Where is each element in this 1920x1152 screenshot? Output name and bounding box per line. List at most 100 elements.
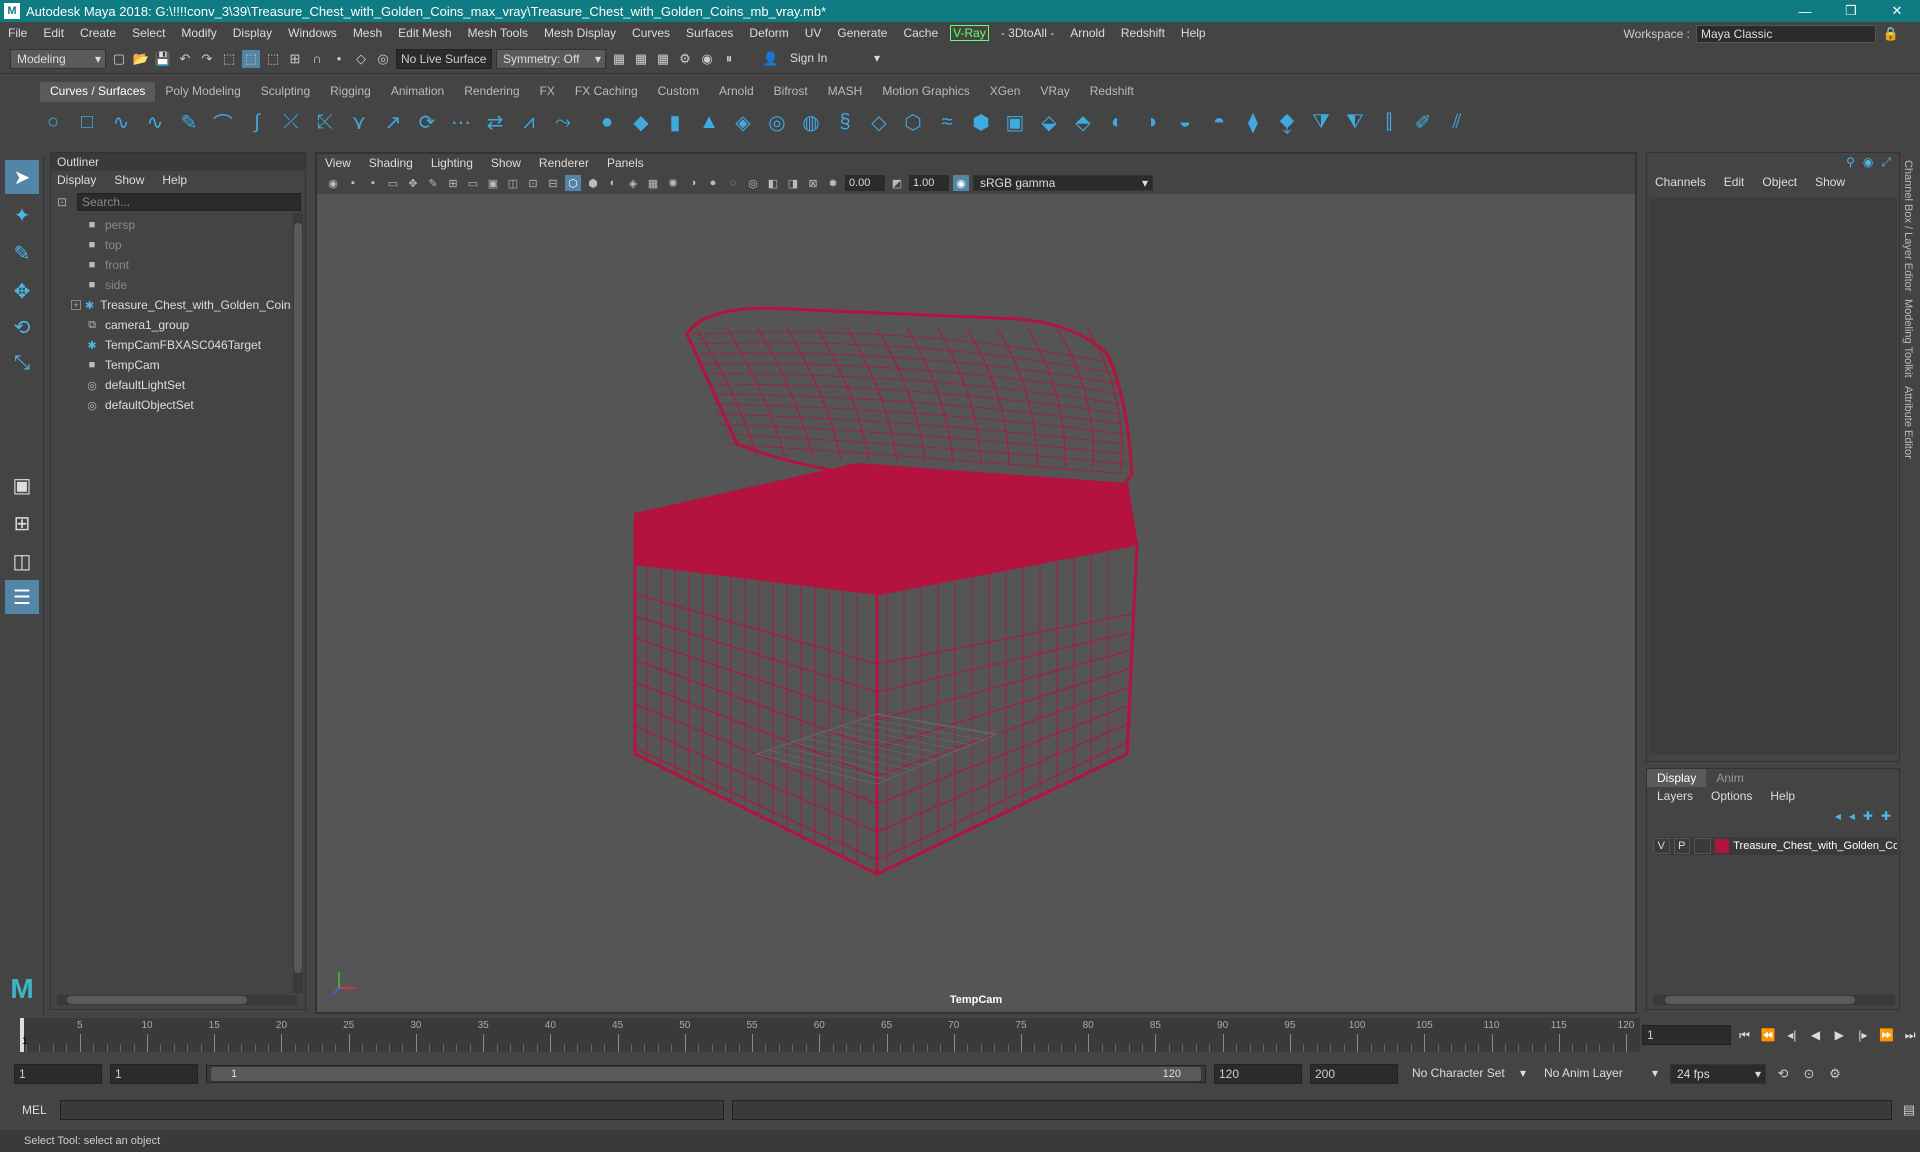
outliner-item[interactable]: ■ persp [51,215,291,235]
outliner-menu-display[interactable]: Display [57,171,96,189]
layer-name[interactable]: Treasure_Chest_with_Golden_Coins [1733,840,1897,852]
channel-options-icon[interactable]: ⚲ [1846,155,1855,170]
outliner-item[interactable]: ■ front [51,255,291,275]
nurbs-cube-icon[interactable]: ◆ [628,109,654,135]
attach-curves-icon[interactable]: ⤫ [278,109,304,135]
snap-curve-icon[interactable]: ∩ [308,50,326,68]
shelf-tab-animation[interactable]: Animation [381,82,454,102]
menu-windows[interactable]: Windows [280,26,345,40]
offset-icon[interactable]: ⟳ [414,109,440,135]
intersect-icon[interactable]: ◑ [1138,109,1164,135]
hypershade-icon[interactable]: ◉ [698,50,716,68]
outliner-item[interactable]: ■ TempCam [51,355,291,375]
select-hierarchy-icon[interactable]: ⬚ [220,50,238,68]
revolve-icon[interactable]: ◍ [798,109,824,135]
menu-edit-mesh[interactable]: Edit Mesh [390,26,459,40]
outliner-menu-help[interactable]: Help [162,171,187,189]
insert-isoparm-icon[interactable]: ⫿ [1376,109,1402,135]
align-icon[interactable]: ⧩ [1308,109,1334,135]
viewport-panel[interactable]: View Shading Lighting Show Renderer Panels ◉ … [315,152,1637,1014]
gate-mask-icon[interactable]: ◫ [505,175,521,191]
menu-surfaces[interactable]: Surfaces [678,26,741,40]
detach-curves-icon[interactable]: ⤪ [312,109,338,135]
menu-uv[interactable]: UV [797,26,830,40]
xray-joints-icon[interactable]: ⊠ [805,175,821,191]
menu-help[interactable]: Help [1173,26,1214,40]
layer-visibility-toggle[interactable]: V [1653,838,1670,854]
outliner-item[interactable]: ◎ defaultObjectSet [51,395,291,415]
menu-arnold[interactable]: Arnold [1062,26,1113,40]
layer-color-swatch[interactable] [1714,839,1730,853]
shelf-tab-rendering[interactable]: Rendering [454,82,529,102]
render-frame-icon[interactable]: ▦ [632,50,650,68]
color-management-icon[interactable]: ◉ [953,175,969,191]
sculpt-icon[interactable]: ✐ [1410,109,1436,135]
layer-tab-anim[interactable]: Anim [1706,769,1753,787]
smooth-shade-icon[interactable]: ⬢ [585,175,601,191]
snap-view-icon[interactable]: ◇ [352,50,370,68]
isolate-select-icon[interactable]: ◧ [765,175,781,191]
cv-curve-icon[interactable]: ∿ [108,109,134,135]
fit-bspline-icon[interactable]: ⩘ [516,109,542,135]
nurbs-circle-icon[interactable]: ○ [40,109,66,135]
layer-menu-options[interactable]: Options [1711,787,1752,805]
rebuild-surface-icon[interactable]: ⫽ [1444,109,1470,135]
ambient-occlusion-icon[interactable]: ● [705,175,721,191]
playback-end-field[interactable]: 120 [1214,1064,1302,1084]
shelf-tab-mash[interactable]: MASH [818,82,873,102]
rotate-tool-icon[interactable]: ⟲ [5,310,39,344]
use-lights-icon[interactable]: ✺ [665,175,681,191]
single-view-icon[interactable]: ▣ [5,468,39,502]
play-backwards-icon[interactable]: ◀ [1806,1026,1826,1044]
symmetry-dropdown[interactable]: Symmetry: Off [496,48,606,69]
side-tab-attribute-editor[interactable]: Attribute Editor [1902,386,1914,459]
viewport-menu-show[interactable]: Show [491,154,521,172]
step-back-frame-icon[interactable]: ◂| [1782,1026,1802,1044]
menu-v-ray[interactable]: V-Ray [950,25,989,41]
rebuild-icon[interactable]: ⋯ [448,109,474,135]
menu-file[interactable]: File [0,26,35,40]
project-curve-icon[interactable]: ⤳ [550,109,576,135]
menu-mesh[interactable]: Mesh [345,26,390,40]
shelf-tab-fx[interactable]: FX [530,82,565,102]
select-object-icon[interactable]: ⬚ [242,49,260,68]
shelf-tab-fx-caching[interactable]: FX Caching [565,82,648,102]
outliner-vscroll[interactable] [293,213,303,993]
bookmarks-icon[interactable]: ▪ [365,175,381,191]
menu-mesh-tools[interactable]: Mesh Tools [460,26,536,40]
extrude-icon[interactable]: ⬡ [900,109,926,135]
new-layer-selected-icon[interactable]: ✚ [1881,809,1891,823]
range-slider[interactable]: 1 120 [206,1065,1206,1083]
channel-sync-icon[interactable]: ◉ [1863,155,1873,170]
viewport-menu-shading[interactable]: Shading [369,154,413,172]
ep-curve-icon[interactable]: ∿ [142,109,168,135]
menu-select[interactable]: Select [124,26,173,40]
channel-menu-object[interactable]: Object [1762,173,1797,191]
undo-icon[interactable]: ↶ [176,50,194,68]
menu-edit[interactable]: Edit [35,26,72,40]
outliner-layout-icon[interactable]: ☰ [5,580,39,614]
side-tab-channel-box-layer-editor[interactable]: Channel Box / Layer Editor [1902,160,1914,291]
menu-cache[interactable]: Cache [895,26,946,40]
shelf-tab-motion-graphics[interactable]: Motion Graphics [872,82,979,102]
trim-icon[interactable]: ◒ [1172,109,1198,135]
layer-hscroll[interactable] [1653,995,1895,1005]
resolution-gate-icon[interactable]: ▣ [485,175,501,191]
viewport-menu-lighting[interactable]: Lighting [431,154,473,172]
attach-surface-icon[interactable]: ⧫ [1240,109,1266,135]
grid-icon[interactable]: ⊞ [445,175,461,191]
new-layer-icon[interactable]: ✚ [1863,809,1873,823]
nurbs-cone-icon[interactable]: ▲ [696,109,722,135]
insert-knot-icon[interactable]: ⋎ [346,109,372,135]
menu-deform[interactable]: Deform [741,26,796,40]
paint-select-icon[interactable]: ✎ [5,236,39,270]
untrim-icon[interactable]: ◓ [1206,109,1232,135]
outliner-item[interactable]: ■ top [51,235,291,255]
square-surface-icon[interactable]: ▣ [1002,109,1028,135]
play-forwards-icon[interactable]: ▶ [1829,1026,1849,1044]
menu-curves[interactable]: Curves [624,26,678,40]
outliner-item[interactable]: ✱ TempCamFBXASC046Target [51,335,291,355]
layer-menu-layers[interactable]: Layers [1657,787,1693,805]
playback-start-field[interactable]: 1 [110,1064,198,1084]
birail-icon[interactable]: ≈ [934,109,960,135]
